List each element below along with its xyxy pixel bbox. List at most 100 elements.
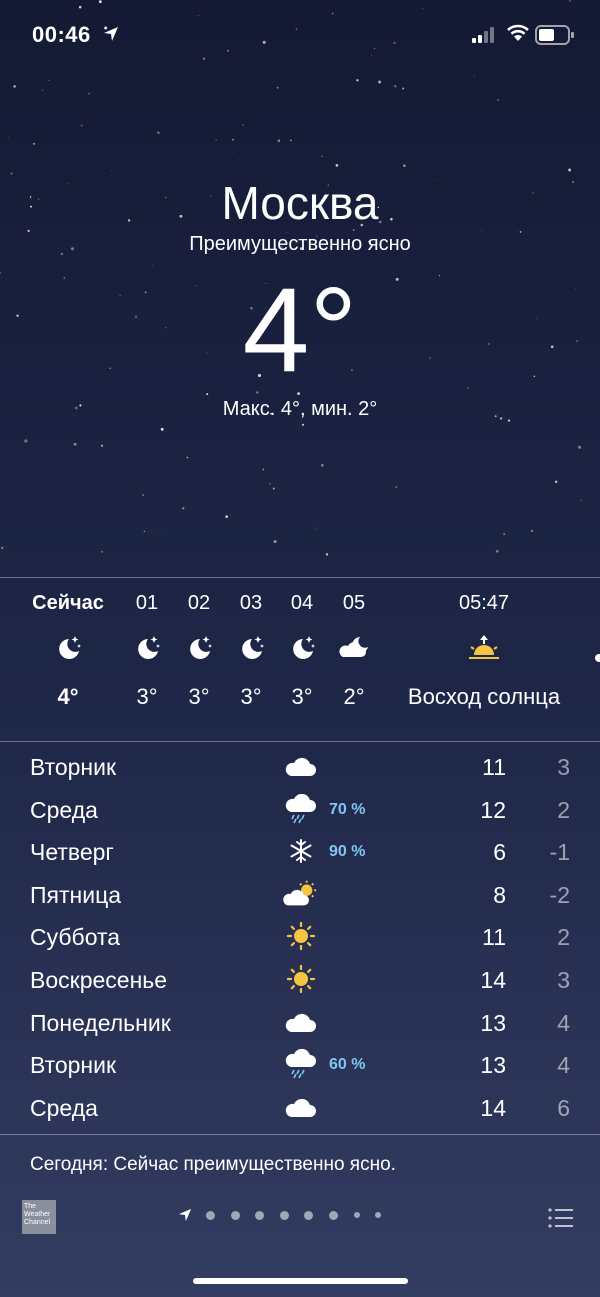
day-name: Понедельник <box>30 1009 171 1036</box>
partly-sunny-icon <box>283 879 319 909</box>
hourly-time: 04 <box>290 592 314 614</box>
status-time: 00:46 <box>32 22 91 47</box>
moon-stars-icon <box>229 618 273 678</box>
hourly-temperature: 3° <box>188 684 210 709</box>
moon-stars-icon <box>28 618 108 678</box>
hourly-item: 02 3° <box>177 588 221 716</box>
divider <box>0 577 600 578</box>
low-temperature: 2 <box>557 924 570 951</box>
daily-forecast-row: Четверг 90 % 6 -1 <box>0 831 600 874</box>
sunrise-icon <box>384 618 584 678</box>
sun-icon <box>283 964 319 994</box>
page-dot[interactable] <box>353 1212 360 1218</box>
home-indicator[interactable] <box>193 1278 408 1284</box>
hourly-time: 01 <box>135 592 159 614</box>
day-name: Вторник <box>30 1052 117 1079</box>
hourly-time: 03 <box>239 592 263 614</box>
status-bar: 00:46 <box>0 0 600 70</box>
moon-stars-icon <box>280 618 324 678</box>
hourly-item-partial <box>595 654 600 662</box>
cloud-icon <box>283 1092 319 1122</box>
page-dot[interactable] <box>279 1210 289 1220</box>
low-temperature: 4 <box>557 1009 570 1036</box>
wifi-icon <box>507 24 529 41</box>
daily-forecast-row: Среда 70 % 12 2 <box>0 789 600 832</box>
hourly-time: 02 <box>187 592 211 614</box>
daily-forecast-row: Понедельник 13 4 <box>0 1002 600 1045</box>
low-temperature: -2 <box>549 881 570 908</box>
moon-stars-icon <box>125 618 169 678</box>
bottom-toolbar: The Weather Channel <box>0 1190 600 1250</box>
hourly-time: 05:47 <box>458 592 510 614</box>
cloud-icon <box>283 751 319 781</box>
page-indicator[interactable] <box>178 1208 397 1222</box>
hourly-forecast[interactable]: Сейчас 4° 01 3° 02 3° 03 3° 04 3° 05 2° 05:47 Восход … <box>0 588 600 738</box>
today-summary: Сегодня: Сейчас преимущественно ясно. <box>30 1154 396 1175</box>
high-temperature: 13 <box>480 1009 506 1036</box>
weather-channel-logo[interactable]: The Weather Channel <box>22 1200 56 1234</box>
daily-forecast-row: Вторник 11 3 <box>0 746 600 789</box>
day-name: Среда <box>30 796 98 823</box>
low-temperature: -1 <box>549 839 570 866</box>
page-dot[interactable] <box>328 1210 338 1220</box>
high-temperature: 6 <box>493 839 506 866</box>
high-temperature: 14 <box>480 966 506 993</box>
high-temperature: 13 <box>480 1052 506 1079</box>
high-low-temperature: Макс. 4°, мин. 2° <box>222 398 378 420</box>
city-name: Москва <box>221 177 379 229</box>
current-location-arrow-icon <box>178 1208 192 1222</box>
hourly-time: Сейчас <box>32 592 104 614</box>
hourly-temperature: 2° <box>343 684 365 709</box>
snowflake-icon <box>283 836 319 866</box>
high-temperature: 11 <box>482 754 506 780</box>
moon-cloud-icon <box>332 618 376 678</box>
hourly-item: 03 3° <box>229 588 273 716</box>
precipitation-chance: 60 % <box>329 1056 366 1074</box>
cellular-signal-icon <box>472 27 494 43</box>
divider <box>0 1134 600 1135</box>
hourly-item: 01 3° <box>125 588 169 716</box>
weather-condition: Преимущественно ясно <box>189 233 411 255</box>
sun-icon <box>283 921 319 951</box>
low-temperature: 3 <box>557 966 570 993</box>
city-list-icon[interactable] <box>548 1207 574 1229</box>
day-name: Суббота <box>30 924 121 951</box>
hourly-item: 05 2° <box>332 588 376 716</box>
page-dot[interactable] <box>230 1210 240 1220</box>
precipitation-chance: 70 % <box>329 800 366 818</box>
daily-forecast-row: Пятница 8 -2 <box>0 874 600 917</box>
divider <box>0 741 600 742</box>
daily-forecast-row: Воскресенье 14 3 <box>0 959 600 1002</box>
cloud-icon <box>283 1007 319 1037</box>
rain-icon <box>283 793 319 824</box>
high-temperature: 11 <box>482 924 506 951</box>
page-dot[interactable] <box>304 1210 314 1220</box>
page-dot[interactable] <box>206 1210 215 1220</box>
high-temperature: 12 <box>480 796 506 823</box>
page-dot[interactable] <box>375 1212 382 1218</box>
day-name: Воскресенье <box>30 966 168 993</box>
day-name: Вторник <box>30 754 117 780</box>
low-temperature: 6 <box>557 1094 570 1121</box>
hourly-temperature: 3° <box>240 684 262 709</box>
hourly-item: 05:47 Восход солнца <box>384 588 584 716</box>
daily-forecast-row: Суббота 11 2 <box>0 916 600 959</box>
low-temperature: 3 <box>557 754 570 780</box>
hourly-temperature: Восход солнца <box>407 684 561 709</box>
moon-stars-icon <box>177 618 221 678</box>
hourly-item: 04 3° <box>280 588 324 716</box>
high-temperature: 14 <box>480 1094 506 1121</box>
location-arrow-icon <box>104 27 118 41</box>
hourly-temperature: 3° <box>291 684 313 709</box>
daily-forecast: Вторник 11 3 Среда 70 % 12 2 Четверг 90 % 6 -1 Пятн… <box>0 746 600 1129</box>
hourly-temperature: 4° <box>57 684 79 709</box>
daily-forecast-row: Среда 14 6 <box>0 1087 600 1130</box>
current-temperature: 4° <box>242 263 358 397</box>
precipitation-chance: 90 % <box>329 843 366 861</box>
page-dot[interactable] <box>255 1210 265 1220</box>
daily-forecast-row: Вторник 60 % 13 4 <box>0 1044 600 1087</box>
rain-icon <box>283 1049 319 1079</box>
hourly-item: Сейчас 4° <box>28 588 108 716</box>
low-temperature: 2 <box>557 796 570 823</box>
hourly-time: 05 <box>342 592 366 614</box>
